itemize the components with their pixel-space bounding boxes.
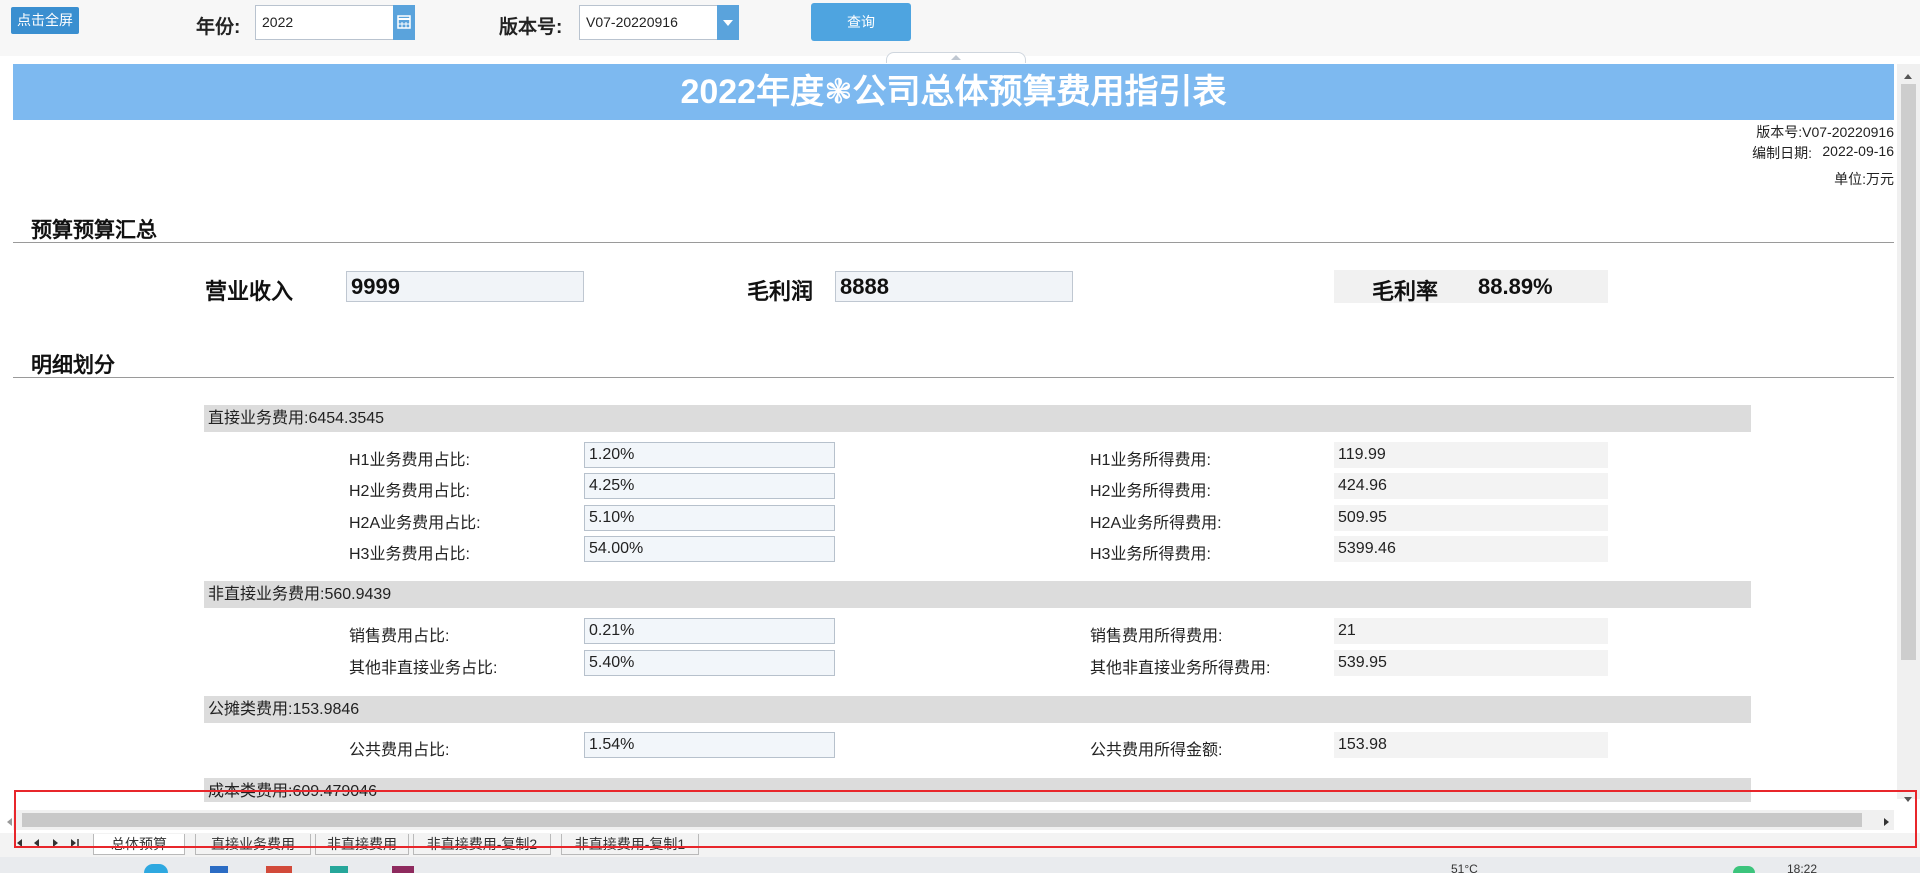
summary-section-title: 预算预算汇总 bbox=[31, 219, 157, 242]
browser-icon[interactable] bbox=[144, 864, 168, 873]
calendar-icon[interactable] bbox=[393, 5, 415, 40]
h1-output-value: 119.99 bbox=[1334, 442, 1608, 468]
purple-app-icon[interactable] bbox=[392, 866, 414, 873]
h3-output-value: 5399.46 bbox=[1334, 536, 1608, 562]
other-indirect-output-value: 539.95 bbox=[1334, 650, 1608, 676]
revenue-field[interactable]: 9999 bbox=[346, 271, 584, 302]
indirect-cost-header: 非直接业务费用:560.9439 bbox=[204, 581, 1751, 608]
chevron-down-icon[interactable] bbox=[717, 5, 739, 40]
h2-ratio-input[interactable]: 4.25% bbox=[584, 473, 835, 499]
gross-margin-label: 毛利率 bbox=[1372, 279, 1439, 304]
sales-output-value: 21 bbox=[1334, 618, 1608, 644]
unit-meta: 单位:万元 bbox=[1834, 171, 1894, 187]
status-icon[interactable] bbox=[1733, 866, 1755, 873]
window-icon[interactable] bbox=[210, 866, 228, 873]
h2-output-value: 424.96 bbox=[1334, 473, 1608, 499]
version-select[interactable]: V07-20220916 bbox=[579, 5, 719, 40]
scroll-left-icon[interactable] bbox=[4, 815, 14, 833]
highlight-frame bbox=[14, 790, 1917, 848]
sales-ratio-input[interactable]: 0.21% bbox=[584, 618, 835, 644]
version-meta: 版本号:V07-20220916 bbox=[1756, 124, 1894, 140]
report-title: 2022年度❃公司总体预算费用指引表 bbox=[680, 73, 1227, 111]
collapse-toolbar-handle[interactable] bbox=[886, 52, 1026, 63]
h1-output-label: H1业务所得费用: bbox=[1090, 452, 1211, 469]
h2a-output-label: H2A业务所得费用: bbox=[1090, 515, 1222, 532]
h3-ratio-label: H3业务费用占比: bbox=[349, 546, 470, 563]
gross-margin-value: 88.89% bbox=[1478, 274, 1553, 299]
summary-divider bbox=[13, 242, 1894, 243]
h1-ratio-label: H1业务费用占比: bbox=[349, 452, 470, 469]
public-output-label: 公共费用所得金额: bbox=[1090, 742, 1223, 759]
clock-time: 18:22 bbox=[1787, 862, 1818, 876]
sales-output-label: 销售费用所得费用: bbox=[1090, 628, 1223, 645]
direct-cost-header: 直接业务费用:6454.3545 bbox=[204, 405, 1751, 432]
detail-section-title: 明细划分 bbox=[31, 354, 115, 377]
h2a-output-value: 509.95 bbox=[1334, 505, 1608, 531]
date-value: 2022-09-16 bbox=[1822, 143, 1894, 159]
vertical-scroll-thumb[interactable] bbox=[1901, 84, 1916, 660]
h2-ratio-label: H2业务费用占比: bbox=[349, 483, 470, 500]
public-output-value: 153.98 bbox=[1334, 732, 1608, 758]
other-indirect-ratio-input[interactable]: 5.40% bbox=[584, 650, 835, 676]
year-input[interactable]: 2022 bbox=[255, 5, 395, 40]
app-icon[interactable] bbox=[266, 866, 292, 873]
version-label: 版本号: bbox=[499, 17, 563, 38]
h3-ratio-input[interactable]: 54.00% bbox=[584, 536, 835, 562]
gross-profit-label: 毛利润 bbox=[747, 279, 814, 304]
h2a-ratio-input[interactable]: 5.10% bbox=[584, 505, 835, 531]
gross-profit-field[interactable]: 8888 bbox=[835, 271, 1073, 302]
other-indirect-ratio-label: 其他非直接业务占比: bbox=[349, 660, 498, 677]
year-label: 年份: bbox=[196, 17, 241, 38]
weather-text: 51°C bbox=[1451, 862, 1478, 876]
fullscreen-button[interactable]: 点击全屏 bbox=[11, 7, 79, 34]
teal-app-icon[interactable] bbox=[330, 866, 348, 873]
sales-ratio-label: 销售费用占比: bbox=[349, 628, 450, 645]
revenue-label: 营业收入 bbox=[205, 279, 294, 304]
h2-output-label: H2业务所得费用: bbox=[1090, 483, 1211, 500]
other-indirect-output-label: 其他非直接业务所得费用: bbox=[1090, 660, 1271, 677]
detail-divider bbox=[13, 377, 1894, 378]
shared-cost-header: 公摊类费用:153.9846 bbox=[204, 696, 1751, 723]
h2a-ratio-label: H2A业务费用占比: bbox=[349, 515, 481, 532]
query-button[interactable]: 查询 bbox=[811, 3, 911, 41]
public-ratio-label: 公共费用占比: bbox=[349, 742, 450, 759]
h1-ratio-input[interactable]: 1.20% bbox=[584, 442, 835, 468]
h3-output-label: H3业务所得费用: bbox=[1090, 546, 1211, 563]
public-ratio-input[interactable]: 1.54% bbox=[584, 732, 835, 758]
